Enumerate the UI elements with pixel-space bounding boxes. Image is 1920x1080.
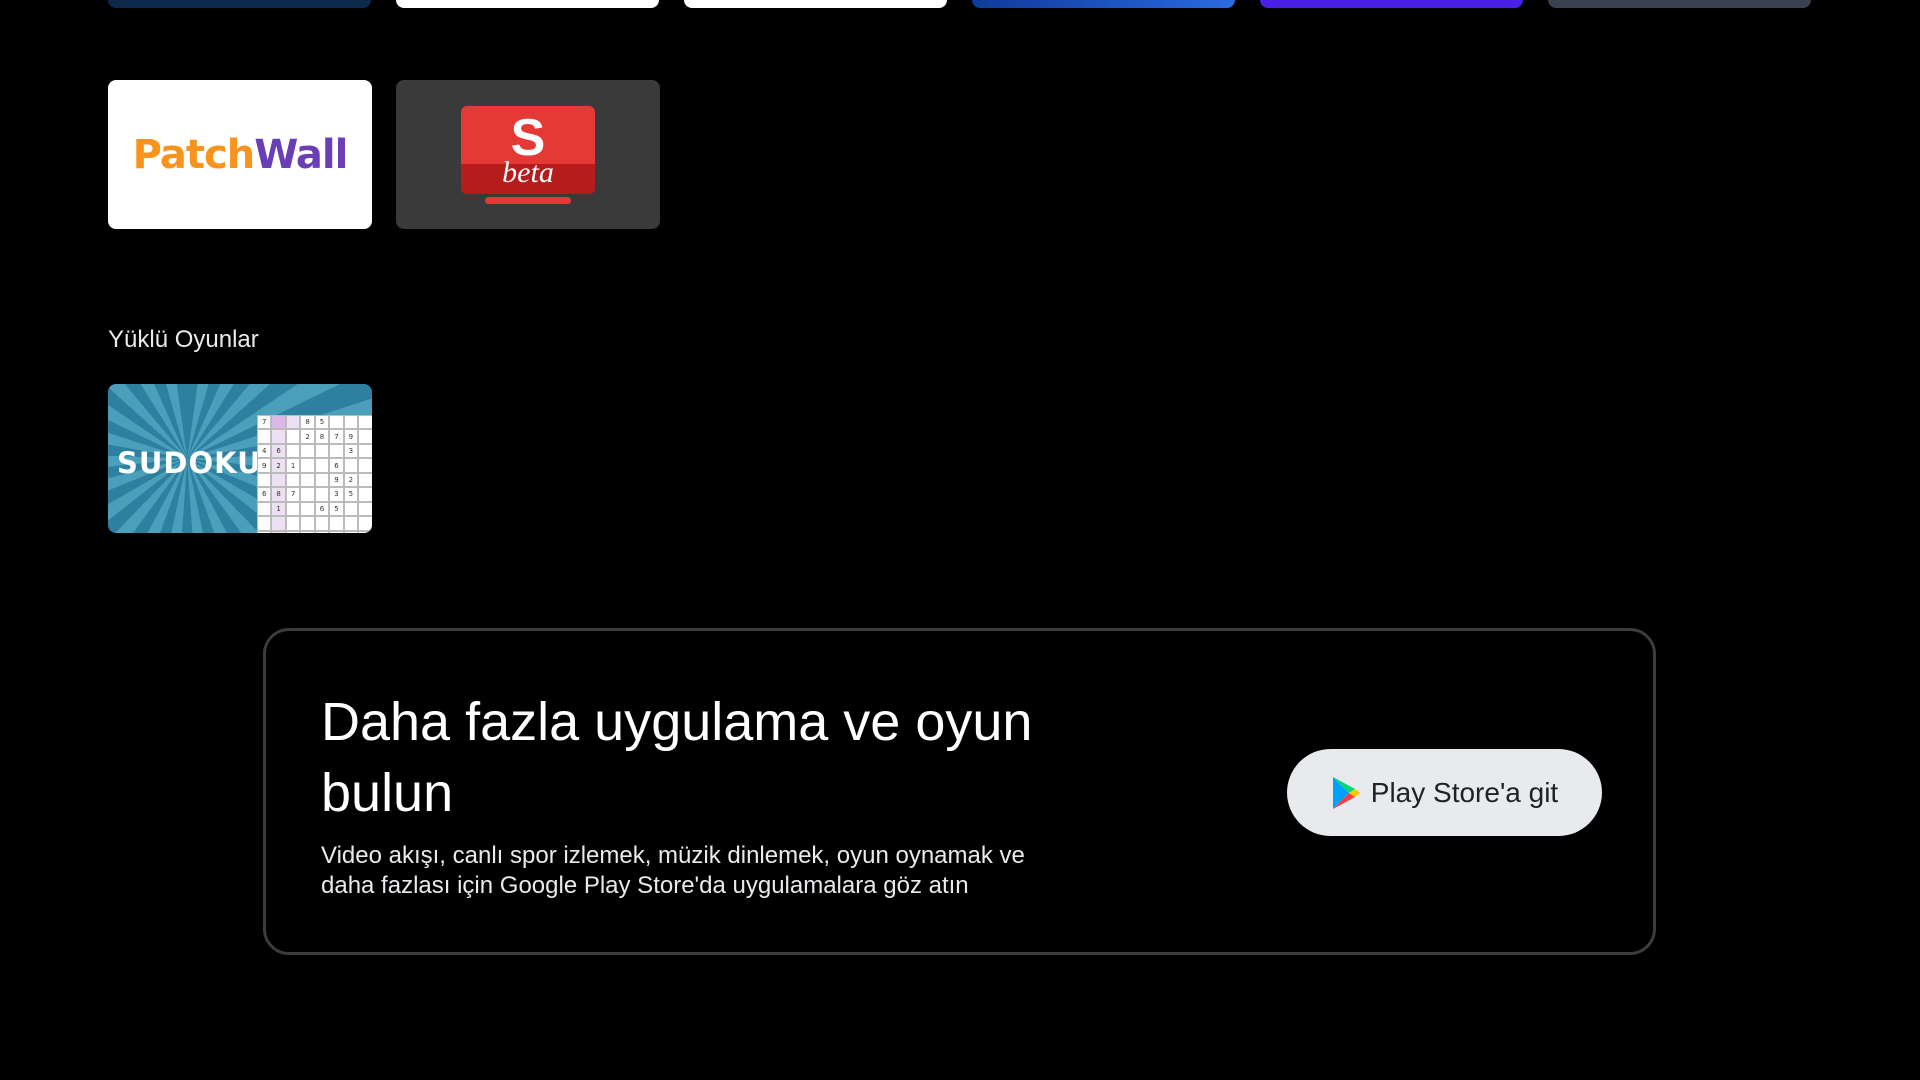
app-tile-6[interactable] [1548,0,1811,8]
s-beta-word: beta [502,156,554,189]
s-beta-app-tile[interactable]: S beta [396,80,660,229]
promo-description: Video akışı, canlı spor izlemek, müzik d… [321,842,1025,899]
app-tile-2[interactable] [396,0,659,8]
sudoku-grid-image: 7852 2879 463 92164 92 68735 165 [257,415,372,533]
play-store-icon [1332,776,1360,809]
app-tile-1[interactable] [108,0,371,8]
s-beta-logo: S beta [461,106,595,194]
patchwall-logo-part2: Wall [254,131,348,178]
app-tile-5[interactable] [1260,0,1523,8]
app-tile-3[interactable] [684,0,947,8]
promo-heading: Daha fazla uygulama ve oyun bulun [321,692,1033,823]
installed-games-title: Yüklü Oyunlar [108,326,259,353]
patchwall-app-tile[interactable]: PatchWall [108,80,372,229]
go-to-play-store-button[interactable]: Play Store'a git [1287,749,1602,836]
play-store-promo-card: Daha fazla uygulama ve oyun bulun Video … [263,628,1656,955]
app-tile-4[interactable] [972,0,1235,8]
play-store-button-label: Play Store'a git [1370,776,1559,808]
sudoku-label: SUDOKU [117,446,262,480]
s-beta-underline [485,197,571,204]
patchwall-logo-part1: Patch [132,131,256,178]
sudoku-game-tile[interactable]: SUDOKU 7852 2879 463 92164 92 68735 165 [108,384,372,533]
patchwall-logo: PatchWall [132,131,349,178]
